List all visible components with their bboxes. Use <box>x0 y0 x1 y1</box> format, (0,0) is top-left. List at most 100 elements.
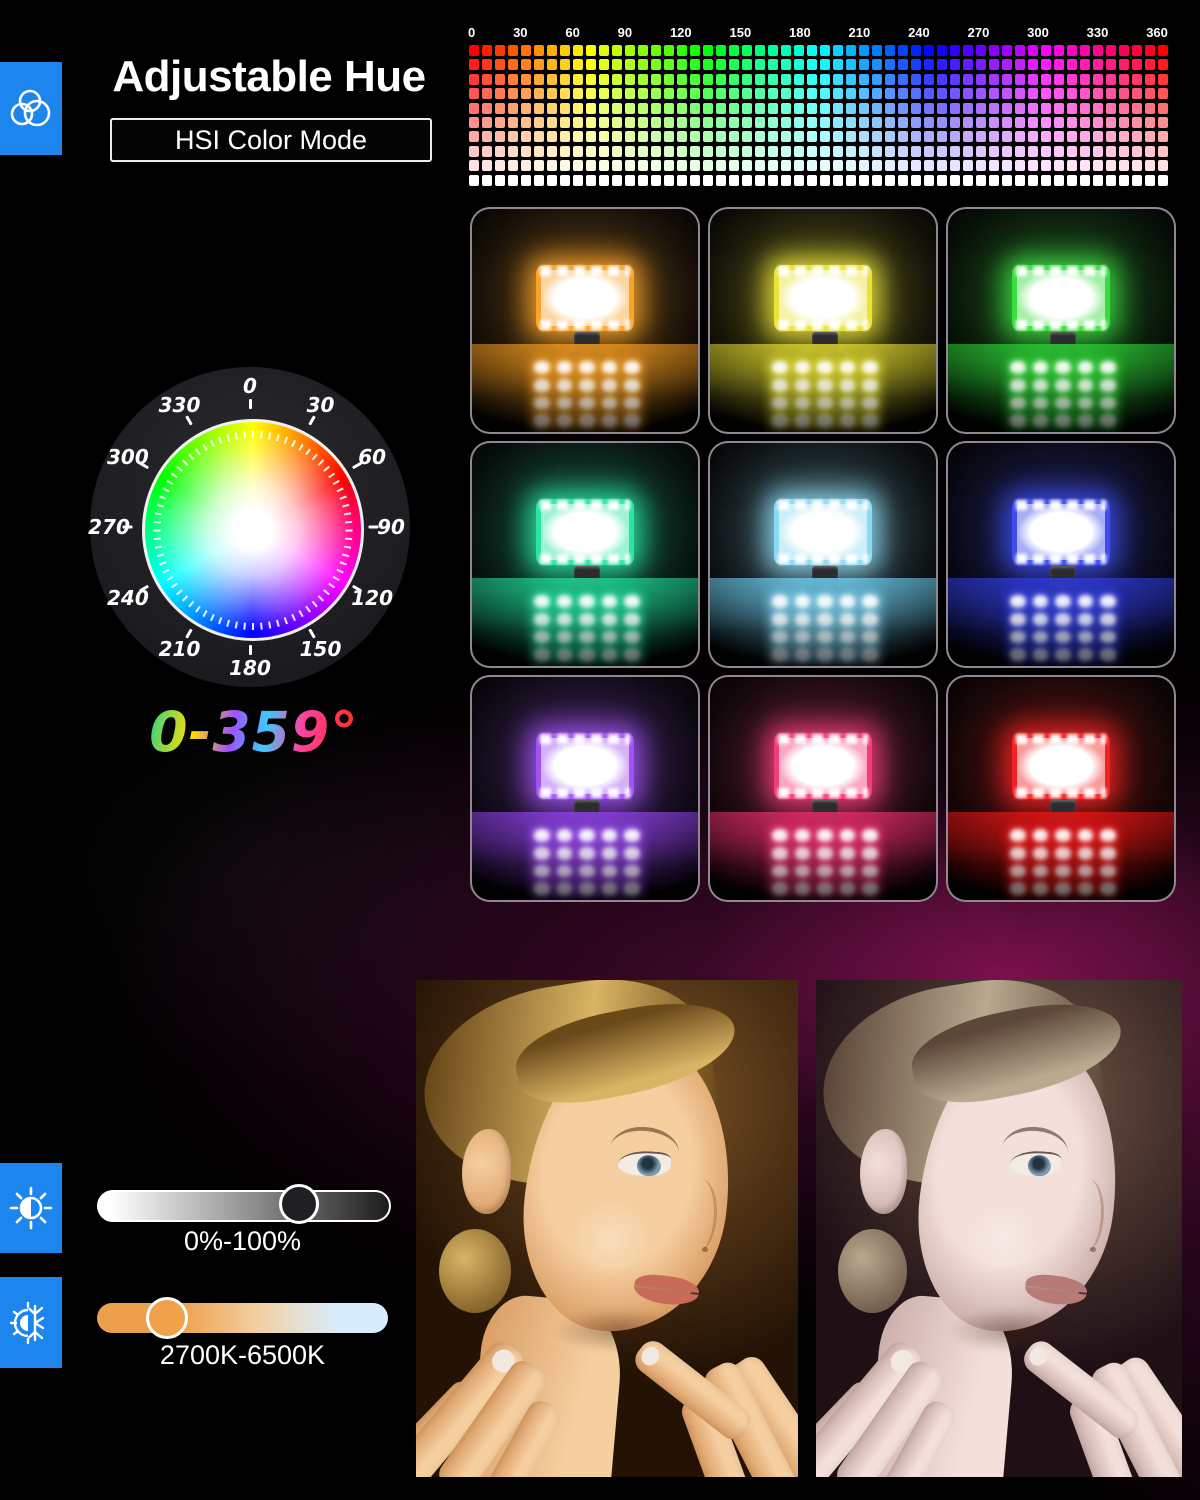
reflection-dot <box>840 847 856 860</box>
wheel-minor-tick <box>162 569 169 574</box>
hue-swatch <box>495 45 505 56</box>
lamp-core <box>541 504 629 560</box>
hue-swatch <box>1041 88 1051 99</box>
hue-swatch <box>1080 88 1090 99</box>
reflection-dot <box>1078 829 1094 842</box>
led-reflection <box>534 829 640 895</box>
hue-swatch <box>560 117 570 128</box>
hue-swatch <box>872 117 882 128</box>
hue-swatch <box>677 146 687 157</box>
hue-swatch <box>469 175 479 186</box>
hue-wheel-dial[interactable]: 0306090120150180210240270300330 <box>90 367 410 687</box>
hue-swatch <box>1145 74 1155 85</box>
hue-swatch <box>664 74 674 85</box>
hue-swatch <box>937 117 947 128</box>
hue-swatch <box>794 175 804 186</box>
reflection-dot <box>602 631 618 644</box>
hue-swatch <box>963 45 973 56</box>
hue-swatch <box>534 146 544 157</box>
hue-swatch <box>495 131 505 142</box>
hue-swatch <box>768 160 778 171</box>
reflection-dot <box>840 414 856 427</box>
reflection-dot <box>862 613 878 626</box>
hue-swatch <box>651 117 661 128</box>
rose-light-demo-panel <box>708 675 938 902</box>
wheel-minor-tick <box>305 606 311 613</box>
hue-swatch <box>599 117 609 128</box>
hue-swatch <box>469 88 479 99</box>
wheel-degree-label: 0 <box>243 374 257 398</box>
hue-swatch <box>846 88 856 99</box>
hue-swatch <box>612 59 622 70</box>
hue-swatch <box>937 59 947 70</box>
lamp-led-row <box>778 266 868 276</box>
brightness-range-label: 0%-100% <box>97 1226 388 1257</box>
hue-swatch <box>1002 146 1012 157</box>
reflection-dot <box>534 361 550 374</box>
hue-swatch <box>807 131 817 142</box>
reflection-dot <box>772 865 788 878</box>
brightness-knob[interactable] <box>279 1184 319 1224</box>
hue-swatch <box>729 146 739 157</box>
hue-swatch <box>1002 103 1012 114</box>
led-reflection <box>772 595 878 661</box>
hue-swatch <box>742 117 752 128</box>
hue-swatch <box>599 45 609 56</box>
hue-swatch <box>1002 160 1012 171</box>
hue-swatch <box>677 117 687 128</box>
wheel-minor-tick <box>162 488 169 493</box>
hue-swatch <box>1041 117 1051 128</box>
hue-swatch <box>976 175 986 186</box>
wheel-minor-tick <box>210 614 215 621</box>
hue-swatch <box>1054 175 1064 186</box>
hue-swatch <box>1015 88 1025 99</box>
color-temp-knob[interactable] <box>146 1297 188 1339</box>
color-temp-slider[interactable] <box>97 1303 388 1333</box>
hue-swatch <box>508 74 518 85</box>
reflection-dot <box>602 414 618 427</box>
hue-wheel[interactable] <box>142 419 364 641</box>
brightness-slider[interactable] <box>97 1190 391 1222</box>
reflection-dot <box>1010 847 1026 860</box>
reflection-dot <box>817 847 833 860</box>
reflection-dot <box>1010 361 1026 374</box>
reflection-dot <box>534 648 550 661</box>
hue-swatch <box>859 59 869 70</box>
hue-scale-tick-label: 210 <box>849 25 871 40</box>
hue-swatch <box>469 146 479 157</box>
hue-swatch <box>521 175 531 186</box>
hue-swatch <box>1132 88 1142 99</box>
hue-swatch <box>768 59 778 70</box>
hsi-mode-badge: HSI Color Mode <box>110 118 432 162</box>
hue-swatch <box>911 131 921 142</box>
hue-swatch <box>924 131 934 142</box>
hue-swatch <box>755 131 765 142</box>
hue-swatch <box>690 74 700 85</box>
hue-swatch <box>508 59 518 70</box>
hue-swatch <box>911 117 921 128</box>
lamp-led-row <box>540 554 630 564</box>
hue-swatch <box>1106 74 1116 85</box>
hue-swatch <box>781 160 791 171</box>
hue-swatch <box>664 146 674 157</box>
hue-swatch <box>1054 117 1064 128</box>
led-reflection <box>534 595 640 661</box>
hue-swatch <box>1158 131 1168 142</box>
hue-swatch <box>586 131 596 142</box>
hue-scale-tick-label: 30 <box>513 25 527 40</box>
hue-swatch <box>976 74 986 85</box>
hue-swatch <box>781 131 791 142</box>
hue-swatch <box>937 74 947 85</box>
wheel-minor-tick <box>312 454 318 461</box>
hue-swatch <box>807 146 817 157</box>
wheel-degree-label: 270 <box>88 515 130 539</box>
hue-swatch <box>1067 160 1077 171</box>
hue-swatch <box>755 74 765 85</box>
hue-swatch <box>742 160 752 171</box>
hue-swatch <box>482 160 492 171</box>
ear <box>462 1129 512 1213</box>
hue-swatch <box>950 117 960 128</box>
hue-swatch <box>1041 146 1051 157</box>
hue-swatch <box>1119 175 1129 186</box>
hue-swatch <box>781 88 791 99</box>
